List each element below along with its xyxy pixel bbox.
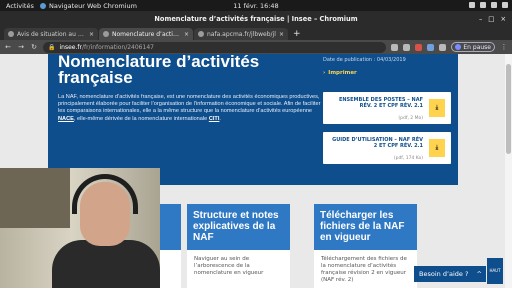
tab-nomenclature[interactable]: Nomenclature d’activités × [99,28,193,40]
doc-title: ENSEMBLE DES POSTES – NAF RÉV. 2 ET CPF … [338,97,423,109]
webcam-shelf [0,168,70,228]
power-icon[interactable] [502,1,508,8]
url-path: /fr/information/2406147 [81,43,154,51]
volume-icon[interactable] [491,1,497,8]
publication-date: Date de publication : 04/03/2019 [323,57,406,63]
back-icon[interactable]: ← [4,43,12,51]
key-icon[interactable] [391,43,399,51]
tab-nafa[interactable]: nafa.apcma.fr/jlbweb/jl × [194,28,288,40]
window-title: Nomenclature d’activités française | Ins… [154,15,358,23]
insee-favicon-icon [103,31,109,37]
tab-label: Nomenclature d’activités [112,30,181,38]
webcam-overlay [0,168,160,288]
scrollbar-thumb[interactable] [506,64,511,154]
close-tab-icon[interactable]: × [89,31,94,38]
window-titlebar: Nomenclature d’activités française | Ins… [0,11,512,27]
chevron-up-icon: ^ [476,270,482,278]
toolbar: ← → ↻ 🔒 insee.fr/fr/information/2406147 … [0,40,512,54]
page-description: La NAF, nomenclature d’activités françai… [58,94,323,123]
system-top-bar: Activités Navigateur Web Chromium 11 fév… [0,0,512,11]
avatar [455,44,462,50]
chevron-right-icon: › [323,70,326,76]
help-button[interactable]: Besoin d’aide ? ^ [414,266,486,282]
profile-button[interactable]: En pause [451,42,495,52]
citi-link[interactable]: CITI [209,116,220,122]
help-label: Besoin d’aide ? [419,270,469,278]
hero-banner: Nomenclature d’activités française La NA… [48,54,458,185]
window-controls: – □ × [479,11,506,27]
menu-icon[interactable]: ⋮ [500,43,508,51]
system-tray[interactable] [469,1,508,8]
network-icon[interactable] [480,1,486,8]
card-structure[interactable]: Structure et notes explicatives de la NA… [187,204,290,288]
accessibility-icon[interactable] [469,1,475,8]
card-text: Téléchargement des fichiers de la nomenc… [321,256,407,283]
tab-strip: Avis de situation au répe × Nomenclature… [0,27,512,40]
star-icon[interactable] [403,43,411,51]
scrollbar[interactable] [505,54,512,288]
doc-card-ensemble-postes[interactable]: ENSEMBLE DES POSTES – NAF RÉV. 2 ET CPF … [323,92,451,124]
globe-icon [8,31,14,37]
forward-icon[interactable]: → [17,43,25,51]
download-icon: ⤓ [429,99,445,117]
doc-card-guide[interactable]: GUIDE D’UTILISATION – NAF RÉV 2 ET CPF R… [323,132,451,164]
desc-text-2: , elle-même dérivée de la nomenclature i… [73,115,209,122]
card-text: Naviguer au sein de l’arborescence de la… [194,256,264,276]
nace-link[interactable]: NACE [58,116,74,122]
extension-icon[interactable] [427,43,435,51]
minimize-icon[interactable]: – [479,11,482,27]
maximize-icon[interactable]: □ [488,11,494,27]
tab-avis-situation[interactable]: Avis de situation au répe × [4,28,98,40]
back-to-top-button[interactable]: HAUT [487,258,503,284]
address-bar[interactable]: 🔒 insee.fr/fr/information/2406147 [43,41,387,53]
download-icon: ⤓ [429,139,445,157]
clock[interactable]: 11 févr. 16:48 [0,2,512,10]
url-host: insee.fr [59,43,82,51]
new-tab-button[interactable]: + [289,28,305,40]
profile-label: En pause [463,43,491,51]
close-tab-icon[interactable]: × [279,31,284,38]
globe-icon [198,31,204,37]
print-label: Imprimer [328,70,357,76]
webcam-person-body [52,240,160,288]
close-tab-icon[interactable]: × [184,31,189,38]
extensions-puzzle-icon[interactable] [439,43,447,51]
doc-meta: (pdf, 174 Ko) [393,156,423,161]
close-icon[interactable]: × [500,11,506,27]
tab-label: nafa.apcma.fr/jlbweb/jl [207,30,276,38]
card-title: Télécharger les fichiers de la NAF en vi… [314,204,417,250]
tab-label: Avis de situation au répe [17,30,86,38]
extension-icon[interactable] [415,43,423,51]
doc-meta: (pdf, 2 Mo) [398,116,423,121]
page-title: Nomenclature d’activités française [58,54,260,87]
card-title: Structure et notes explicatives de la NA… [187,204,290,250]
desc-text-3: . [219,115,221,122]
card-telecharger[interactable]: Télécharger les fichiers de la NAF en vi… [314,204,417,288]
reload-icon[interactable]: ↻ [30,43,38,51]
doc-title: GUIDE D’UTILISATION – NAF RÉV 2 ET CPF R… [332,137,423,149]
back-to-top-label: HAUT [489,268,501,273]
desc-text-1: La NAF, nomenclature d’activités françai… [58,94,321,115]
print-button[interactable]: › Imprimer [323,70,357,76]
lock-icon[interactable]: 🔒 [48,44,55,51]
